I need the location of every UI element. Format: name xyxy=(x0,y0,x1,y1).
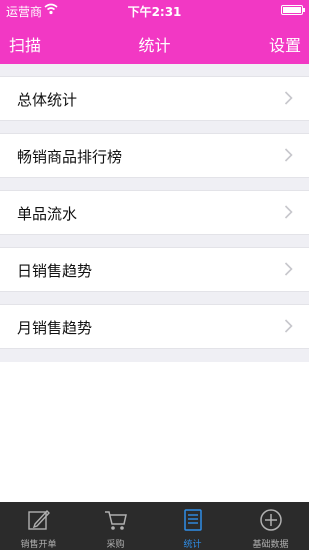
chevron-right-icon xyxy=(284,148,293,162)
tab-label: 销售开单 xyxy=(20,540,57,550)
status-bar: 运营商 下午2:31 xyxy=(0,0,309,20)
chevron-right-icon xyxy=(284,319,293,333)
chevron-right-icon xyxy=(284,91,293,105)
tab-label: 采购 xyxy=(106,540,125,550)
menu-item-label: 畅销商品排行榜 xyxy=(17,148,123,166)
cart-icon xyxy=(105,511,127,530)
settings-button[interactable]: 设置 xyxy=(269,32,301,56)
tab-sales-order[interactable]: 销售开单 xyxy=(0,502,77,550)
plus-circle-icon xyxy=(260,509,282,531)
page-title: 统计 xyxy=(138,36,171,55)
menu-item-daily-trend[interactable]: 日销售趋势 xyxy=(0,247,309,292)
tab-basic-data[interactable]: 基础数据 xyxy=(232,502,309,550)
pencil-icon xyxy=(28,509,50,530)
menu-item-label: 月销售趋势 xyxy=(17,319,93,337)
menu-item-label: 日销售趋势 xyxy=(17,262,93,280)
menu-item-bestseller-ranking[interactable]: 畅销商品排行榜 xyxy=(0,133,309,178)
document-icon xyxy=(184,509,202,531)
tab-statistics[interactable]: 统计 xyxy=(154,502,231,550)
menu-item-overall-stats[interactable]: 总体统计 xyxy=(0,76,309,121)
tab-bar: 销售开单 采购 统计 基础数据 xyxy=(0,502,309,550)
tab-purchase[interactable]: 采购 xyxy=(77,502,154,550)
menu-list: 总体统计 畅销商品排行榜 单品流水 日销售趋势 月销售趋势 xyxy=(0,64,309,362)
tab-label: 统计 xyxy=(183,540,202,550)
menu-item-label: 总体统计 xyxy=(17,91,78,109)
menu-item-label: 单品流水 xyxy=(17,205,78,223)
tab-label: 基础数据 xyxy=(252,540,289,550)
menu-item-item-flow[interactable]: 单品流水 xyxy=(0,190,309,235)
chevron-right-icon xyxy=(284,262,293,276)
status-time: 下午2:31 xyxy=(127,5,182,19)
chevron-right-icon xyxy=(284,205,293,219)
menu-item-monthly-trend[interactable]: 月销售趋势 xyxy=(0,304,309,349)
nav-bar: 扫描 统计 设置 xyxy=(0,20,309,64)
battery-icon xyxy=(281,5,305,15)
